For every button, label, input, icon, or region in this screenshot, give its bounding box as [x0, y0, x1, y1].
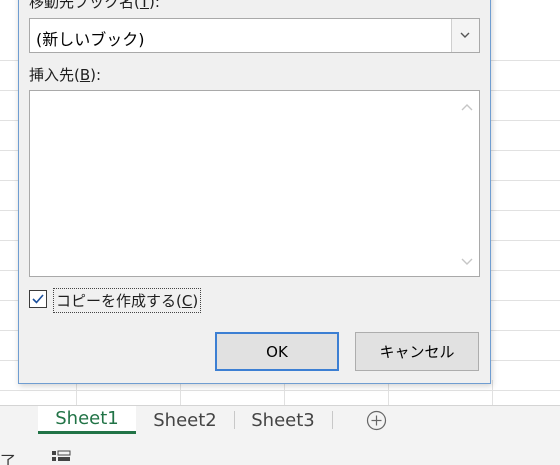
status-text: 了: [0, 452, 17, 465]
grid-line: [492, 380, 493, 405]
sheet-tab-sheet2[interactable]: Sheet2: [138, 406, 232, 434]
tab-divider: [332, 411, 333, 429]
add-sheet-icon[interactable]: [366, 410, 387, 431]
tab-divider: [234, 411, 235, 429]
sheet-tab-sheet3[interactable]: Sheet3: [236, 406, 330, 434]
before-sheet-label: 挿入先(B):: [29, 66, 102, 84]
grid-line: [0, 390, 560, 391]
status-bar: 了: [0, 434, 560, 465]
checkmark-icon: [32, 294, 44, 304]
create-copy-label[interactable]: コピーを作成する(C): [53, 288, 202, 313]
to-book-label: 移動先ブック名(T):: [29, 0, 160, 11]
sheet-tab-bar: Sheet1 Sheet2 Sheet3: [0, 405, 560, 434]
move-copy-dialog: 移動先ブック名(T): (新しいブック) 挿入先(B): コピーを作成する(C)…: [18, 0, 491, 384]
dropdown-button[interactable]: [451, 19, 479, 52]
scroll-up-icon[interactable]: [461, 103, 473, 111]
sheet-tab-sheet1[interactable]: Sheet1: [38, 406, 136, 434]
chevron-down-icon: [460, 32, 470, 38]
ok-button[interactable]: OK: [215, 332, 339, 371]
scroll-down-icon[interactable]: [461, 258, 473, 266]
to-book-select-value: (新しいブック): [36, 30, 145, 49]
before-sheet-list[interactable]: [29, 90, 480, 277]
create-copy-checkbox[interactable]: [29, 290, 47, 308]
macro-record-icon[interactable]: [51, 450, 71, 465]
cancel-button[interactable]: キャンセル: [355, 332, 479, 371]
to-book-select[interactable]: (新しいブック): [29, 18, 480, 53]
